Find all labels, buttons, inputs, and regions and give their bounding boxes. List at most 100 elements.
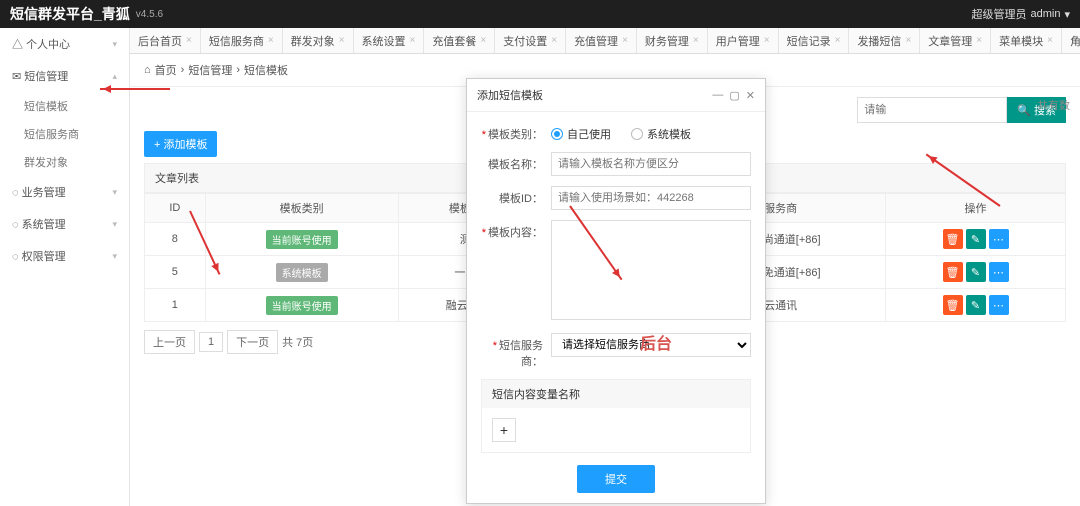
more-button[interactable]: ⋯ bbox=[989, 262, 1009, 282]
category-tag: 当前账号使用 bbox=[266, 296, 338, 315]
add-template-button[interactable]: + 添加模板 bbox=[144, 131, 217, 157]
radio-system[interactable]: 系统模板 bbox=[631, 126, 691, 142]
edit-button[interactable]: ✎ bbox=[966, 295, 986, 315]
close-icon[interactable]: × bbox=[410, 35, 416, 46]
radio-off-icon bbox=[631, 128, 643, 140]
sidebar-item-personal[interactable]: △ 个人中心 ▾ bbox=[0, 28, 129, 60]
minimize-icon[interactable]: — bbox=[712, 89, 723, 102]
tab-label: 财务管理 bbox=[645, 33, 689, 49]
tab-label: 支付设置 bbox=[503, 33, 547, 49]
close-icon[interactable]: × bbox=[339, 35, 345, 46]
close-icon[interactable]: × bbox=[976, 35, 982, 46]
crumb-home[interactable]: 首页 bbox=[155, 62, 177, 78]
col-header: 模板类别 bbox=[205, 194, 398, 223]
tab-群发对象[interactable]: 群发对象 × bbox=[283, 28, 354, 53]
delete-button[interactable]: 🗑 bbox=[943, 229, 963, 249]
field-label: 模板内容： bbox=[488, 227, 543, 239]
tab-充值套餐[interactable]: 充值套餐× bbox=[424, 28, 495, 53]
col-header: ID bbox=[145, 194, 206, 223]
search-input[interactable] bbox=[857, 97, 1007, 123]
tab-菜单模块[interactable]: 菜单模块 × bbox=[991, 28, 1062, 53]
sidebar-item-label: 系统管理 bbox=[22, 219, 66, 231]
chevron-down-icon: ▾ bbox=[112, 187, 117, 198]
more-button[interactable]: ⋯ bbox=[989, 295, 1009, 315]
tab-支付设置[interactable]: 支付设置 × bbox=[495, 28, 566, 53]
close-icon[interactable]: × bbox=[268, 35, 274, 46]
delete-button[interactable]: 🗑 bbox=[943, 295, 963, 315]
more-button[interactable]: ⋯ bbox=[989, 229, 1009, 249]
tab-label: 短信服务商 bbox=[209, 33, 264, 49]
user-role: 超级管理员 bbox=[972, 6, 1027, 22]
sidebar-sub-target[interactable]: 群发对象 bbox=[0, 148, 129, 176]
pager-page[interactable]: 1 bbox=[199, 332, 223, 352]
pager-prev[interactable]: 上一页 bbox=[144, 330, 195, 354]
field-label: 模板名称： bbox=[488, 159, 543, 171]
tab-角色管理[interactable]: 角色管理× bbox=[1062, 28, 1080, 53]
chevron-up-icon: ▴ bbox=[112, 71, 117, 82]
edit-button[interactable]: ✎ bbox=[966, 262, 986, 282]
count-note: 共有数 bbox=[1037, 97, 1070, 113]
close-icon[interactable]: × bbox=[480, 35, 486, 46]
close-icon[interactable]: ✕ bbox=[746, 89, 755, 102]
close-icon[interactable]: × bbox=[835, 35, 841, 46]
crumb-a[interactable]: 短信管理 bbox=[188, 62, 232, 78]
pager-total: 共 7页 bbox=[282, 334, 313, 350]
topbar: 短信群发平台_青狐 v4.5.6 超级管理员 admin ▾ bbox=[0, 0, 1080, 28]
sidebar-item-label: 短信管理 bbox=[24, 71, 68, 83]
close-icon[interactable]: × bbox=[186, 35, 192, 46]
radio-on-icon bbox=[551, 128, 563, 140]
tab-短信服务商[interactable]: 短信服务商 × bbox=[201, 28, 283, 53]
close-icon[interactable]: × bbox=[905, 35, 911, 46]
user-menu[interactable]: 超级管理员 admin ▾ bbox=[972, 6, 1071, 22]
tab-短信记录[interactable]: 短信记录 × bbox=[779, 28, 850, 53]
maximize-icon[interactable]: ▢ bbox=[729, 89, 739, 102]
modal-title: 添加短信模板 bbox=[477, 87, 543, 103]
variable-title: 短信内容变量名称 bbox=[482, 380, 750, 408]
tab-label: 充值管理 bbox=[574, 33, 618, 49]
tab-系统设置[interactable]: 系统设置 × bbox=[354, 28, 425, 53]
chevron-down-icon: ▾ bbox=[112, 251, 117, 262]
home-icon: ⌂ bbox=[144, 64, 151, 76]
close-icon[interactable]: × bbox=[693, 35, 699, 46]
cell-id: 5 bbox=[145, 256, 206, 289]
tab-label: 发播短信 bbox=[857, 33, 901, 49]
tab-发播短信[interactable]: 发播短信 × bbox=[849, 28, 920, 53]
category-tag: 当前账号使用 bbox=[266, 230, 338, 249]
sidebar-item-system[interactable]: ◌ 系统管理 ▾ bbox=[0, 208, 129, 240]
tab-label: 菜单模块 bbox=[999, 33, 1043, 49]
delete-button[interactable]: 🗑 bbox=[943, 262, 963, 282]
field-label: 短信服务商： bbox=[499, 340, 543, 368]
template-name-input[interactable] bbox=[551, 152, 751, 176]
tab-label: 群发对象 bbox=[291, 33, 335, 49]
field-label: 模板类别： bbox=[488, 129, 543, 141]
sidebar-sub-template[interactable]: 短信模板 bbox=[0, 92, 129, 120]
tab-后台首页[interactable]: 后台首页 × bbox=[130, 28, 201, 53]
template-id-input[interactable] bbox=[551, 186, 751, 210]
close-icon[interactable]: × bbox=[622, 35, 628, 46]
tab-财务管理[interactable]: 财务管理 × bbox=[637, 28, 708, 53]
tab-label: 系统设置 bbox=[362, 33, 406, 49]
tab-label: 短信记录 bbox=[787, 33, 831, 49]
sidebar-item-permission[interactable]: ◌ 权限管理 ▾ bbox=[0, 240, 129, 272]
sidebar-item-label: 业务管理 bbox=[22, 187, 66, 199]
sidebar-item-business[interactable]: ◌ 业务管理 ▾ bbox=[0, 176, 129, 208]
edit-button[interactable]: ✎ bbox=[966, 229, 986, 249]
tab-文章管理[interactable]: 文章管理× bbox=[920, 28, 991, 53]
submit-button[interactable]: 提交 bbox=[577, 465, 655, 493]
annotation-text: 后台 bbox=[640, 330, 672, 354]
pager-next[interactable]: 下一页 bbox=[227, 330, 278, 354]
close-icon[interactable]: × bbox=[764, 35, 770, 46]
tab-充值管理[interactable]: 充值管理 × bbox=[566, 28, 637, 53]
app-version: v4.5.6 bbox=[136, 9, 163, 20]
template-content-input[interactable] bbox=[551, 220, 751, 320]
tab-用户管理[interactable]: 用户管理× bbox=[708, 28, 779, 53]
add-variable-button[interactable]: + bbox=[492, 418, 516, 442]
tab-label: 后台首页 bbox=[138, 33, 182, 49]
add-template-modal: 添加短信模板 — ▢ ✕ *模板类别： 自己使用 系统模板 模板名称： 模板ID… bbox=[466, 78, 766, 504]
field-label: 模板ID： bbox=[499, 193, 543, 205]
sidebar: △ 个人中心 ▾ ✉ 短信管理 ▴ 短信模板 短信服务商 群发对象 ◌ 业务管理… bbox=[0, 28, 130, 506]
close-icon[interactable]: × bbox=[551, 35, 557, 46]
close-icon[interactable]: × bbox=[1047, 35, 1053, 46]
sidebar-sub-provider[interactable]: 短信服务商 bbox=[0, 120, 129, 148]
radio-self[interactable]: 自己使用 bbox=[551, 126, 611, 142]
